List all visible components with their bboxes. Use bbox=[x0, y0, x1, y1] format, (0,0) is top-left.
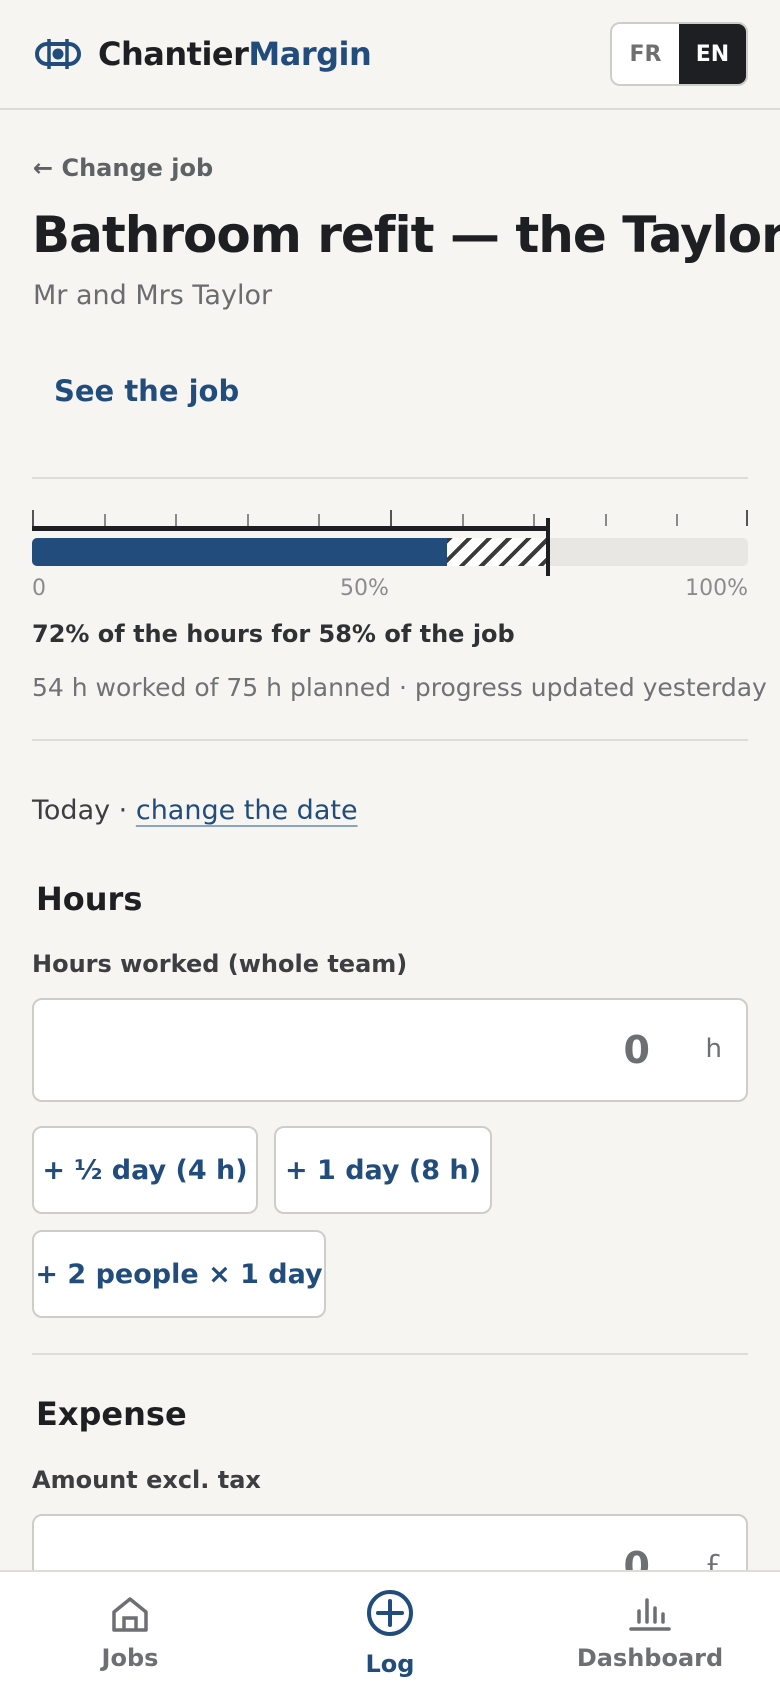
progress-tick bbox=[462, 514, 464, 526]
see-job-button[interactable]: See the job bbox=[54, 374, 239, 408]
nav-log[interactable]: Log bbox=[260, 1572, 520, 1688]
divider bbox=[32, 477, 748, 479]
lang-en-button[interactable]: EN bbox=[679, 24, 746, 84]
divider bbox=[32, 739, 748, 741]
client-name: Mr and Mrs Taylor bbox=[33, 280, 273, 311]
date-line: Today · change the date bbox=[32, 795, 358, 826]
brand-name: ChantierMargin bbox=[98, 35, 372, 73]
add-two-people-button[interactable]: + 2 people × 1 day bbox=[32, 1230, 326, 1318]
change-date-link[interactable]: change the date bbox=[136, 795, 358, 826]
add-half-day-button[interactable]: + ½ day (4 h) bbox=[32, 1126, 258, 1214]
add-one-day-button[interactable]: + 1 day (8 h) bbox=[274, 1126, 492, 1214]
language-switcher: FR EN bbox=[610, 22, 748, 86]
progress-tick bbox=[676, 514, 678, 526]
progress-detail: 54 h worked of 75 h planned · progress u… bbox=[32, 673, 767, 702]
bar-chart-icon bbox=[629, 1598, 671, 1631]
scale-start: 0 bbox=[32, 576, 46, 601]
hours-value: 0 bbox=[623, 1028, 650, 1072]
hours-used-line bbox=[32, 526, 548, 531]
bottom-nav: Jobs Log Dashboard bbox=[0, 1570, 780, 1688]
nav-dashboard[interactable]: Dashboard bbox=[520, 1572, 780, 1688]
hours-unit: h bbox=[705, 1034, 722, 1064]
date-prefix: Today · bbox=[32, 795, 136, 826]
progress-tick bbox=[32, 510, 34, 526]
brand-logo-icon bbox=[35, 39, 81, 69]
brand-name-part1: Chantier bbox=[98, 35, 249, 73]
progress-tick bbox=[318, 514, 320, 526]
brand[interactable]: ChantierMargin bbox=[34, 30, 372, 78]
progress-tick bbox=[605, 514, 607, 526]
nav-dashboard-label: Dashboard bbox=[576, 1644, 724, 1672]
expense-heading: Expense bbox=[36, 1395, 187, 1433]
house-icon bbox=[112, 1597, 148, 1632]
amount-field-label: Amount excl. tax bbox=[32, 1466, 261, 1494]
lang-fr-button[interactable]: FR bbox=[612, 24, 679, 84]
hours-used-marker bbox=[545, 518, 550, 576]
scale-mid: 50% bbox=[340, 576, 389, 601]
change-job-link[interactable]: ← Change job bbox=[33, 154, 213, 182]
nav-jobs[interactable]: Jobs bbox=[0, 1572, 260, 1688]
app-header: ChantierMargin FR EN bbox=[0, 0, 780, 110]
progress-tick bbox=[104, 514, 106, 526]
progress-tick bbox=[533, 514, 535, 526]
progress-tick bbox=[175, 514, 177, 526]
nav-log-label: Log bbox=[365, 1650, 415, 1678]
nav-jobs-label: Jobs bbox=[101, 1644, 159, 1672]
scale-end: 100% bbox=[685, 576, 748, 601]
divider bbox=[32, 1353, 748, 1355]
brand-name-part2: Margin bbox=[248, 35, 372, 73]
hours-input[interactable]: 0 h bbox=[32, 998, 748, 1102]
progress-gauge: 0 50% 100% bbox=[32, 510, 748, 601]
hours-field-label: Hours worked (whole team) bbox=[32, 950, 408, 978]
hours-heading: Hours bbox=[36, 880, 143, 918]
job-completion-fill bbox=[32, 538, 448, 566]
progress-tick bbox=[247, 514, 249, 526]
plus-circle-icon bbox=[367, 1590, 413, 1636]
progress-tick bbox=[746, 510, 748, 526]
page-title: Bathroom refit — the Taylors bbox=[32, 206, 780, 264]
hours-overrun-hatch bbox=[447, 538, 548, 566]
progress-tick bbox=[390, 510, 392, 526]
progress-summary: 72% of the hours for 58% of the job bbox=[32, 620, 515, 648]
